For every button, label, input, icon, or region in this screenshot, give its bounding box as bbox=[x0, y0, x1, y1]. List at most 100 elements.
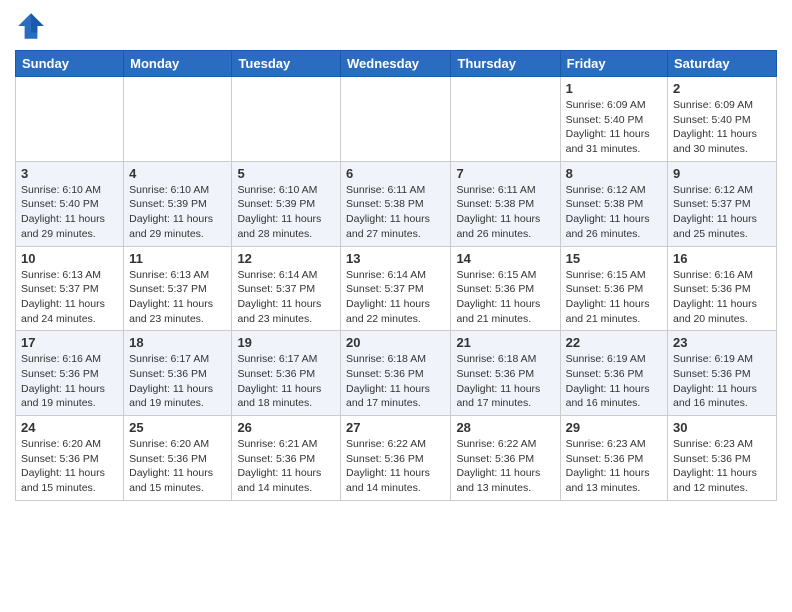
logo-icon bbox=[15, 10, 47, 42]
cell-info: Sunrise: 6:14 AMSunset: 5:37 PMDaylight:… bbox=[237, 268, 335, 327]
sunrise-text: Sunrise: 6:14 AM bbox=[346, 268, 445, 283]
daylight-text: Daylight: 11 hours and 29 minutes. bbox=[21, 212, 118, 241]
sunrise-text: Sunrise: 6:15 AM bbox=[456, 268, 554, 283]
calendar-cell bbox=[451, 77, 560, 162]
calendar-cell: 5Sunrise: 6:10 AMSunset: 5:39 PMDaylight… bbox=[232, 161, 341, 246]
sunset-text: Sunset: 5:38 PM bbox=[346, 197, 445, 212]
cell-info: Sunrise: 6:12 AMSunset: 5:38 PMDaylight:… bbox=[566, 183, 662, 242]
sunrise-text: Sunrise: 6:10 AM bbox=[237, 183, 335, 198]
sunset-text: Sunset: 5:36 PM bbox=[346, 367, 445, 382]
day-number: 4 bbox=[129, 166, 226, 181]
daylight-text: Daylight: 11 hours and 22 minutes. bbox=[346, 297, 445, 326]
weekday-header: Tuesday bbox=[232, 51, 341, 77]
sunset-text: Sunset: 5:36 PM bbox=[673, 367, 771, 382]
cell-info: Sunrise: 6:19 AMSunset: 5:36 PMDaylight:… bbox=[566, 352, 662, 411]
calendar-cell: 23 Sunrise: 6:19 AMSunset: 5:36 PMDayligh… bbox=[668, 331, 777, 416]
cell-info: Sunrise: 6:11 AMSunset: 5:38 PMDaylight:… bbox=[456, 183, 554, 242]
sunrise-text: Sunrise: 6:21 AM bbox=[237, 437, 335, 452]
sunrise-text: Sunrise: 6:23 AM bbox=[673, 437, 771, 452]
daylight-text: Daylight: 11 hours and 19 minutes. bbox=[21, 382, 118, 411]
calendar-cell: 26Sunrise: 6:21 AMSunset: 5:36 PMDayligh… bbox=[232, 416, 341, 501]
day-number: 25 bbox=[129, 420, 226, 435]
daylight-text: Daylight: 11 hours and 25 minutes. bbox=[673, 212, 771, 241]
sunset-text: Sunset: 5:37 PM bbox=[129, 282, 226, 297]
calendar-cell: 2Sunrise: 6:09 AMSunset: 5:40 PMDaylight… bbox=[668, 77, 777, 162]
cell-info: Sunrise: 6:10 AMSunset: 5:39 PMDaylight:… bbox=[237, 183, 335, 242]
sunrise-text: Sunrise: 6:13 AM bbox=[21, 268, 118, 283]
day-number: 28 bbox=[456, 420, 554, 435]
daylight-text: Daylight: 11 hours and 26 minutes. bbox=[566, 212, 662, 241]
calendar-cell: 18Sunrise: 6:17 AMSunset: 5:36 PMDayligh… bbox=[124, 331, 232, 416]
calendar-cell: 8Sunrise: 6:12 AMSunset: 5:38 PMDaylight… bbox=[560, 161, 667, 246]
daylight-text: Daylight: 11 hours and 17 minutes. bbox=[346, 382, 445, 411]
sunrise-text: Sunrise: 6:14 AM bbox=[237, 268, 335, 283]
day-number: 13 bbox=[346, 251, 445, 266]
calendar-cell: 17Sunrise: 6:16 AMSunset: 5:36 PMDayligh… bbox=[16, 331, 124, 416]
daylight-text: Daylight: 11 hours and 18 minutes. bbox=[237, 382, 335, 411]
daylight-text: Daylight: 11 hours and 15 minutes. bbox=[21, 466, 118, 495]
cell-info: Sunrise: 6:14 AMSunset: 5:37 PMDaylight:… bbox=[346, 268, 445, 327]
day-number: 2 bbox=[673, 81, 771, 96]
calendar-week-row: 3Sunrise: 6:10 AMSunset: 5:40 PMDaylight… bbox=[16, 161, 777, 246]
daylight-text: Daylight: 11 hours and 15 minutes. bbox=[129, 466, 226, 495]
day-number: 24 bbox=[21, 420, 118, 435]
calendar-cell: 1Sunrise: 6:09 AMSunset: 5:40 PMDaylight… bbox=[560, 77, 667, 162]
calendar-cell: 3Sunrise: 6:10 AMSunset: 5:40 PMDaylight… bbox=[16, 161, 124, 246]
sunrise-text: Sunrise: 6:18 AM bbox=[456, 352, 554, 367]
cell-info: Sunrise: 6:09 AMSunset: 5:40 PMDaylight:… bbox=[566, 98, 662, 157]
daylight-text: Daylight: 11 hours and 30 minutes. bbox=[673, 127, 771, 156]
weekday-header: Friday bbox=[560, 51, 667, 77]
calendar-cell bbox=[341, 77, 451, 162]
daylight-text: Daylight: 11 hours and 13 minutes. bbox=[456, 466, 554, 495]
calendar-cell: 19Sunrise: 6:17 AMSunset: 5:36 PMDayligh… bbox=[232, 331, 341, 416]
sunrise-text: Sunrise: 6:19 AM bbox=[673, 352, 771, 367]
day-number: 14 bbox=[456, 251, 554, 266]
day-number: 15 bbox=[566, 251, 662, 266]
calendar-cell: 12 Sunrise: 6:14 AMSunset: 5:37 PMDayligh… bbox=[232, 246, 341, 331]
calendar-week-row: 1Sunrise: 6:09 AMSunset: 5:40 PMDaylight… bbox=[16, 77, 777, 162]
cell-info: Sunrise: 6:15 AMSunset: 5:36 PMDaylight:… bbox=[456, 268, 554, 327]
day-number: 20 bbox=[346, 335, 445, 350]
sunset-text: Sunset: 5:37 PM bbox=[237, 282, 335, 297]
daylight-text: Daylight: 11 hours and 16 minutes. bbox=[673, 382, 771, 411]
daylight-text: Daylight: 11 hours and 12 minutes. bbox=[673, 466, 771, 495]
day-number: 12 bbox=[237, 251, 335, 266]
calendar-cell: 13 Sunrise: 6:14 AMSunset: 5:37 PMDayligh… bbox=[341, 246, 451, 331]
daylight-text: Daylight: 11 hours and 19 minutes. bbox=[129, 382, 226, 411]
sunrise-text: Sunrise: 6:18 AM bbox=[346, 352, 445, 367]
daylight-text: Daylight: 11 hours and 27 minutes. bbox=[346, 212, 445, 241]
calendar-cell: 11Sunrise: 6:13 AMSunset: 5:37 PMDayligh… bbox=[124, 246, 232, 331]
day-number: 23 bbox=[673, 335, 771, 350]
cell-info: Sunrise: 6:12 AMSunset: 5:37 PMDaylight:… bbox=[673, 183, 771, 242]
daylight-text: Daylight: 11 hours and 28 minutes. bbox=[237, 212, 335, 241]
calendar-cell: 25 Sunrise: 6:20 AMSunset: 5:36 PMDayligh… bbox=[124, 416, 232, 501]
sunrise-text: Sunrise: 6:09 AM bbox=[673, 98, 771, 113]
day-number: 27 bbox=[346, 420, 445, 435]
day-number: 3 bbox=[21, 166, 118, 181]
cell-info: Sunrise: 6:20 AMSunset: 5:36 PMDaylight:… bbox=[21, 437, 118, 496]
daylight-text: Daylight: 11 hours and 24 minutes. bbox=[21, 297, 118, 326]
sunset-text: Sunset: 5:36 PM bbox=[673, 282, 771, 297]
cell-info: Sunrise: 6:18 AMSunset: 5:36 PMDaylight:… bbox=[346, 352, 445, 411]
sunrise-text: Sunrise: 6:20 AM bbox=[21, 437, 118, 452]
calendar-cell: 21Sunrise: 6:18 AMSunset: 5:36 PMDayligh… bbox=[451, 331, 560, 416]
sunrise-text: Sunrise: 6:15 AM bbox=[566, 268, 662, 283]
sunset-text: Sunset: 5:36 PM bbox=[129, 452, 226, 467]
sunrise-text: Sunrise: 6:22 AM bbox=[346, 437, 445, 452]
calendar-cell bbox=[16, 77, 124, 162]
sunrise-text: Sunrise: 6:10 AM bbox=[129, 183, 226, 198]
calendar-cell: 27Sunrise: 6:22 AMSunset: 5:36 PMDayligh… bbox=[341, 416, 451, 501]
sunset-text: Sunset: 5:36 PM bbox=[566, 452, 662, 467]
sunset-text: Sunset: 5:36 PM bbox=[346, 452, 445, 467]
calendar-week-row: 10Sunrise: 6:13 AMSunset: 5:37 PMDayligh… bbox=[16, 246, 777, 331]
weekday-header: Saturday bbox=[668, 51, 777, 77]
sunset-text: Sunset: 5:36 PM bbox=[456, 282, 554, 297]
sunrise-text: Sunrise: 6:11 AM bbox=[456, 183, 554, 198]
daylight-text: Daylight: 11 hours and 23 minutes. bbox=[237, 297, 335, 326]
cell-info: Sunrise: 6:20 AMSunset: 5:36 PMDaylight:… bbox=[129, 437, 226, 496]
sunset-text: Sunset: 5:38 PM bbox=[456, 197, 554, 212]
sunrise-text: Sunrise: 6:10 AM bbox=[21, 183, 118, 198]
cell-info: Sunrise: 6:13 AMSunset: 5:37 PMDaylight:… bbox=[129, 268, 226, 327]
calendar: SundayMondayTuesdayWednesdayThursdayFrid… bbox=[15, 50, 777, 501]
calendar-cell: 10Sunrise: 6:13 AMSunset: 5:37 PMDayligh… bbox=[16, 246, 124, 331]
